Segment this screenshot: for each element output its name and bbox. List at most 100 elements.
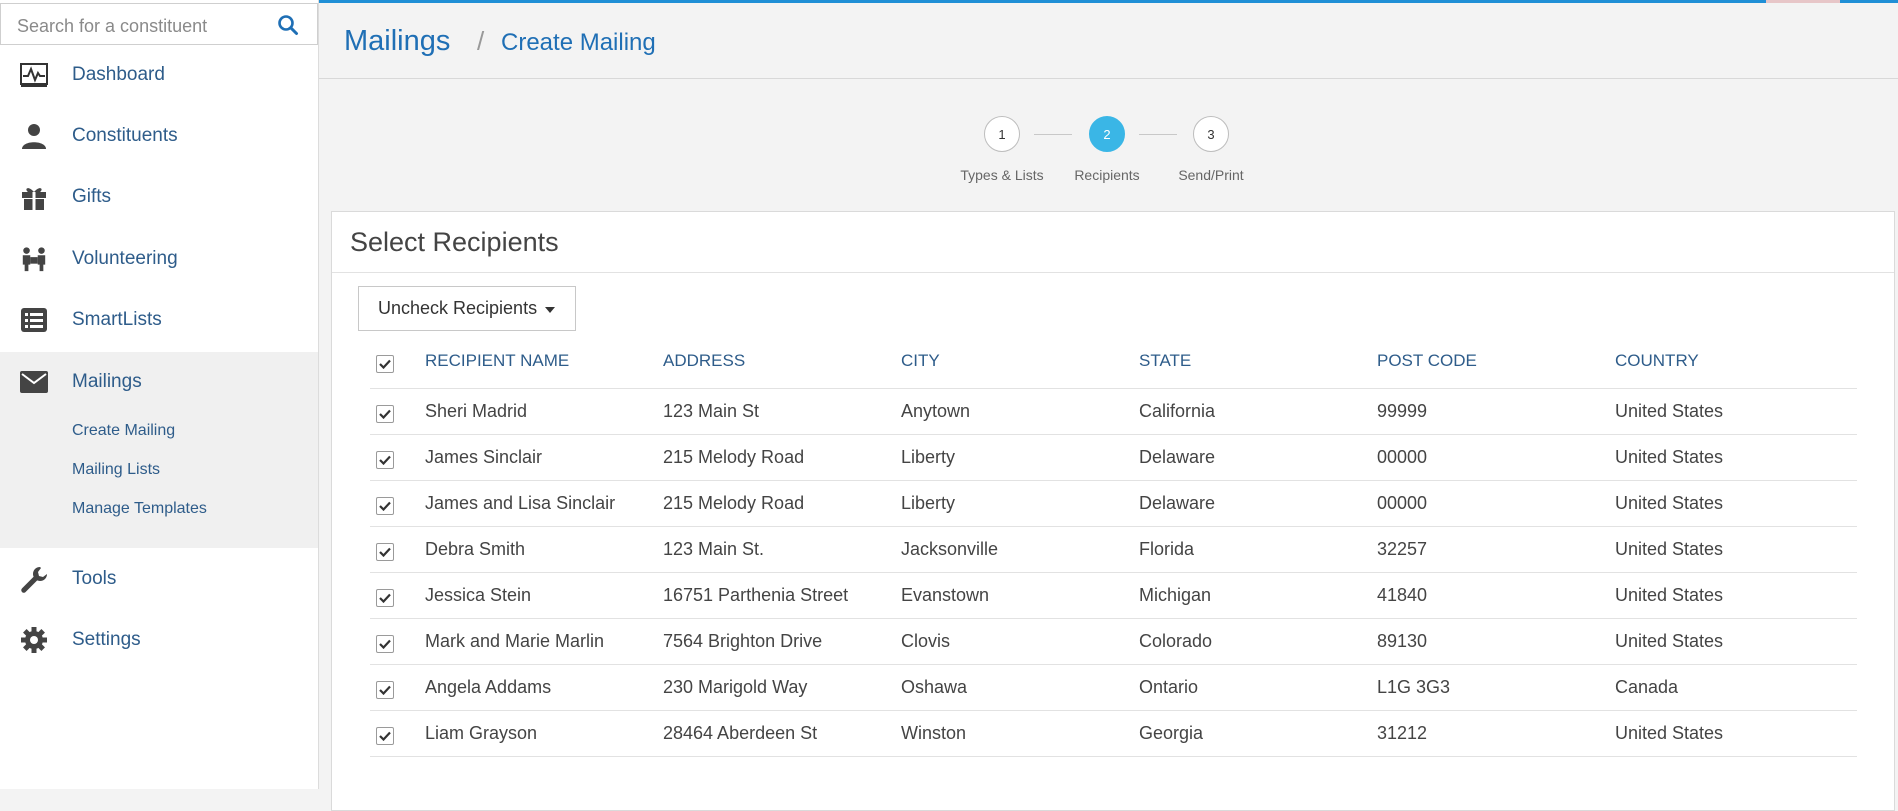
sidebar-item-tools[interactable]: Tools — [0, 549, 318, 609]
column-header-city[interactable]: CITY — [901, 334, 1139, 389]
column-header-recipient-name[interactable]: RECIPIENT NAME — [425, 334, 663, 389]
sidebar-subitem-manage-templates[interactable]: Manage Templates — [72, 500, 207, 518]
recipient-name-cell: James and Lisa Sinclair — [425, 480, 663, 527]
city-cell: Clovis — [901, 618, 1139, 665]
sidebar-subitem-create-mailing[interactable]: Create Mailing — [72, 422, 175, 440]
post-code-cell: 89130 — [1377, 618, 1615, 665]
row-checkbox[interactable] — [376, 405, 394, 423]
step-2-label: Recipients — [1074, 167, 1140, 183]
country-cell: United States — [1615, 388, 1857, 435]
table-row: Jessica Stein 16751 Parthenia Street Eva… — [370, 572, 1857, 619]
row-checkbox[interactable] — [376, 497, 394, 515]
state-cell: Florida — [1139, 526, 1377, 573]
state-cell: Ontario — [1139, 664, 1377, 711]
column-header-address[interactable]: ADDRESS — [663, 334, 901, 389]
sidebar-item-gifts[interactable]: Gifts — [0, 167, 318, 227]
row-checkbox-cell — [370, 710, 425, 757]
sidebar-item-label: Mailings — [72, 371, 142, 392]
row-checkbox-cell — [370, 526, 425, 573]
row-checkbox-cell — [370, 664, 425, 711]
city-cell: Jacksonville — [901, 526, 1139, 573]
post-code-cell: 00000 — [1377, 480, 1615, 527]
sidebar-item-volunteering[interactable]: Volunteering — [0, 229, 318, 289]
panel-title: Select Recipients — [350, 227, 559, 257]
city-cell: Liberty — [901, 434, 1139, 481]
step-3-circle[interactable]: 3 — [1193, 116, 1229, 152]
column-header-country[interactable]: COUNTRY — [1615, 334, 1857, 389]
sidebar-item-label: Gifts — [72, 186, 112, 207]
volunteers-icon — [20, 245, 48, 273]
address-cell: 215 Melody Road — [663, 480, 901, 527]
gift-icon — [20, 183, 48, 211]
sidebar-item-dashboard[interactable]: Dashboard — [0, 45, 318, 105]
post-code-cell: 31212 — [1377, 710, 1615, 757]
breadcrumb-mailings[interactable]: Mailings — [344, 25, 450, 58]
select-recipients-panel: Select Recipients Uncheck Recipients REC… — [331, 211, 1895, 811]
post-code-cell: 32257 — [1377, 526, 1615, 573]
country-cell: United States — [1615, 434, 1857, 481]
row-checkbox-cell — [370, 572, 425, 619]
country-cell: United States — [1615, 572, 1857, 619]
state-cell: Delaware — [1139, 480, 1377, 527]
post-code-cell: 99999 — [1377, 388, 1615, 435]
sidebar-item-smartlists[interactable]: SmartLists — [0, 290, 318, 350]
sidebar-item-constituents[interactable]: Constituents — [0, 106, 318, 166]
sidebar-item-label: Dashboard — [72, 64, 165, 85]
sidebar: Dashboard Constituents Gifts Volunteerin… — [0, 0, 319, 789]
row-checkbox[interactable] — [376, 727, 394, 745]
row-checkbox[interactable] — [376, 589, 394, 607]
city-cell: Evanstown — [901, 572, 1139, 619]
state-cell: Colorado — [1139, 618, 1377, 665]
column-header-state[interactable]: STATE — [1139, 334, 1377, 389]
uncheck-recipients-dropdown[interactable]: Uncheck Recipients — [358, 286, 576, 331]
row-checkbox[interactable] — [376, 451, 394, 469]
panel-divider — [332, 272, 1894, 273]
post-code-cell: L1G 3G3 — [1377, 664, 1615, 711]
check-icon — [379, 409, 391, 419]
check-icon — [379, 501, 391, 511]
state-cell: Delaware — [1139, 434, 1377, 481]
city-cell: Winston — [901, 710, 1139, 757]
country-cell: United States — [1615, 710, 1857, 757]
constituent-search — [0, 3, 318, 45]
search-input[interactable] — [15, 12, 269, 40]
sidebar-item-label: Constituents — [72, 125, 178, 146]
table-header-row: RECIPIENT NAME ADDRESS CITY STATE POST C… — [370, 334, 1857, 389]
address-cell: 123 Main St. — [663, 526, 901, 573]
address-cell: 230 Marigold Way — [663, 664, 901, 711]
row-checkbox[interactable] — [376, 681, 394, 699]
step-1-label: Types & Lists — [960, 167, 1044, 183]
envelope-icon — [20, 368, 48, 396]
row-checkbox[interactable] — [376, 543, 394, 561]
table-row: Angela Addams 230 Marigold Way Oshawa On… — [370, 664, 1857, 711]
state-cell: California — [1139, 388, 1377, 435]
sidebar-item-mailings[interactable]: Mailings — [0, 352, 318, 412]
dashboard-icon — [20, 61, 48, 89]
sidebar-item-label: Tools — [72, 568, 117, 589]
step-1-circle[interactable]: 1 — [984, 116, 1020, 152]
table-row: Sheri Madrid 123 Main St Anytown Califor… — [370, 388, 1857, 435]
check-icon — [379, 547, 391, 557]
table-row: Debra Smith 123 Main St. Jacksonville Fl… — [370, 526, 1857, 573]
page-header: Mailings / Create Mailing — [319, 3, 1898, 79]
address-cell: 215 Melody Road — [663, 434, 901, 481]
row-checkbox[interactable] — [376, 635, 394, 653]
address-cell: 28464 Aberdeen St — [663, 710, 901, 757]
sidebar-subitem-mailing-lists[interactable]: Mailing Lists — [72, 461, 160, 479]
caret-down-icon — [545, 307, 555, 313]
person-icon — [20, 122, 48, 150]
recipient-name-cell: Liam Grayson — [425, 710, 663, 757]
city-cell: Oshawa — [901, 664, 1139, 711]
gear-icon — [20, 626, 48, 654]
select-all-checkbox[interactable] — [376, 354, 394, 373]
sidebar-item-label: SmartLists — [72, 309, 162, 330]
check-icon — [379, 455, 391, 465]
check-icon — [379, 593, 391, 603]
row-checkbox-cell — [370, 434, 425, 481]
column-header-post-code[interactable]: POST CODE — [1377, 334, 1615, 389]
sidebar-item-label: Settings — [72, 629, 141, 650]
sidebar-item-settings[interactable]: Settings — [0, 610, 318, 670]
table-row: James and Lisa Sinclair 215 Melody Road … — [370, 480, 1857, 527]
step-2-circle[interactable]: 2 — [1089, 116, 1125, 152]
search-icon[interactable] — [277, 14, 299, 36]
